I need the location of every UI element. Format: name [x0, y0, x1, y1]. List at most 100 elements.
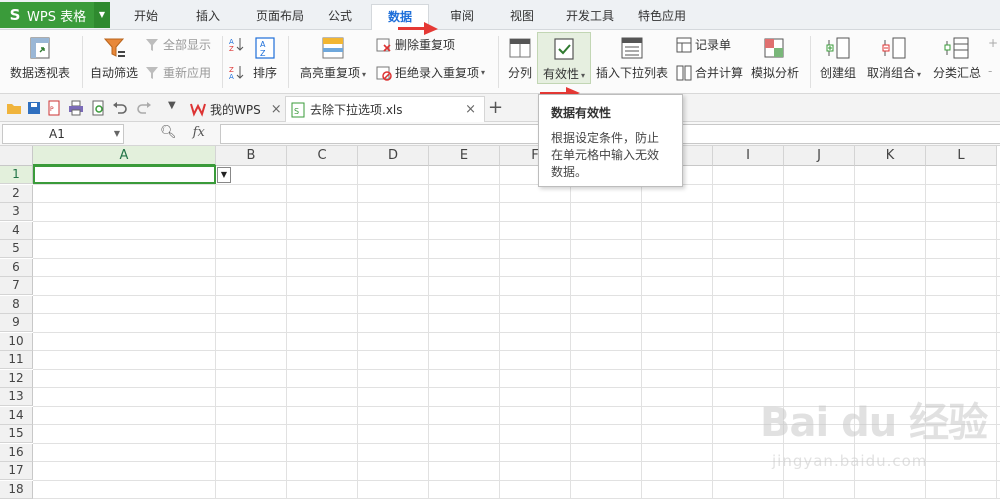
undo-icon[interactable]	[112, 100, 128, 116]
column-header-d[interactable]: D	[358, 146, 429, 166]
consolidate-icon	[676, 65, 692, 80]
spreadsheet-file-icon: S	[291, 102, 305, 117]
filter-icon	[103, 38, 125, 57]
data-validity-icon	[554, 38, 574, 60]
reject-duplicates-button[interactable]: 拒绝录入重复项 ▾	[376, 64, 485, 81]
column-header-j[interactable]: J	[784, 146, 855, 166]
tab-review[interactable]: 审阅	[436, 6, 488, 28]
sort-descending-button[interactable]: ZA	[228, 64, 247, 80]
sort-label: 排序	[252, 66, 277, 80]
svg-text:S: S	[294, 107, 299, 116]
tab-developer[interactable]: 开发工具	[558, 6, 622, 28]
tab-page-layout[interactable]: 页面布局	[244, 6, 316, 28]
tab-features[interactable]: 特色应用	[630, 6, 694, 28]
name-box[interactable]: A1 ▼	[2, 124, 124, 144]
column-header-l[interactable]: L	[926, 146, 997, 166]
row-header-16[interactable]: 16	[0, 443, 33, 462]
tab-document[interactable]: S 去除下拉选项.xls ×	[285, 96, 485, 122]
annotation-arrow-icon	[398, 22, 438, 35]
row-header-2[interactable]: 2	[0, 184, 33, 203]
column-header-i[interactable]: I	[713, 146, 784, 166]
chevron-down-icon[interactable]: ▼	[94, 2, 110, 28]
print-icon[interactable]	[68, 100, 84, 116]
sort-za-icon: ZA	[229, 66, 244, 80]
row-header-13[interactable]: 13	[0, 388, 33, 406]
watermark-url: jingyan.baidu.com	[772, 452, 928, 470]
delete-duplicates-button[interactable]: 删除重复项	[376, 36, 455, 53]
tab-home[interactable]: 开始	[118, 6, 174, 28]
export-pdf-icon[interactable]: P	[46, 100, 62, 116]
redo-icon[interactable]	[136, 100, 152, 116]
row-header-10[interactable]: 10	[0, 332, 33, 351]
row-header-15[interactable]: 15	[0, 425, 33, 443]
close-icon[interactable]: ×	[271, 102, 282, 117]
active-cell-a1[interactable]	[33, 165, 216, 184]
show-all-button[interactable]: 全部显示	[144, 36, 211, 53]
select-all-corner[interactable]	[0, 146, 33, 166]
consolidate-button[interactable]: 合并计算	[676, 64, 743, 81]
row-header-14[interactable]: 14	[0, 406, 33, 425]
tab-view[interactable]: 视图	[496, 6, 548, 28]
row-header-4[interactable]: 4	[0, 221, 33, 240]
print-preview-icon[interactable]	[90, 100, 106, 116]
reapply-button[interactable]: 重新应用	[144, 64, 211, 81]
create-group-button[interactable]: 创建组	[816, 32, 860, 81]
column-header-k[interactable]: K	[855, 146, 926, 166]
record-form-button[interactable]: 记录单	[676, 36, 731, 53]
insert-dropdown-list-label: 插入下拉列表	[595, 66, 668, 80]
create-group-label: 创建组	[819, 66, 856, 80]
column-header-c[interactable]: C	[287, 146, 358, 166]
reject-duplicates-icon	[376, 66, 392, 81]
highlight-duplicates-icon	[322, 37, 344, 59]
save-icon[interactable]	[26, 100, 42, 116]
what-if-analysis-button[interactable]: 模拟分析	[750, 32, 800, 81]
row-header-8[interactable]: 8	[0, 295, 33, 314]
autofilter-button[interactable]: 自动筛选	[88, 32, 140, 81]
svg-text:A: A	[229, 73, 234, 80]
tab-insert[interactable]: 插入	[180, 6, 236, 28]
close-icon[interactable]: ×	[465, 102, 476, 117]
grid-row-line	[33, 220, 1000, 222]
insert-dropdown-list-button[interactable]: 插入下拉列表	[594, 32, 670, 81]
column-header-e[interactable]: E	[429, 146, 500, 166]
row-header-18[interactable]: 18	[0, 480, 33, 499]
customize-toolbar-icon[interactable]: ▼	[168, 100, 176, 111]
row-header-17[interactable]: 17	[0, 462, 33, 480]
row-header-12[interactable]: 12	[0, 369, 33, 388]
row-header-7[interactable]: 7	[0, 277, 33, 295]
svg-text:Z: Z	[229, 45, 234, 52]
collapse-detail-button[interactable]: -	[988, 64, 992, 78]
highlight-duplicates-button[interactable]: 高亮重复项 ▾	[296, 32, 370, 81]
column-header-b[interactable]: B	[216, 146, 287, 166]
cell-dropdown-arrow-icon[interactable]: ▼	[217, 167, 231, 183]
column-header-a[interactable]: A	[33, 146, 216, 166]
zoom-search-icon[interactable]: 🔍︎	[160, 125, 177, 140]
row-header-11[interactable]: 11	[0, 351, 33, 369]
split-column-button[interactable]: 分列	[504, 32, 536, 81]
tab-formula[interactable]: 公式	[312, 6, 368, 28]
chevron-down-icon[interactable]: ▼	[114, 125, 120, 143]
row-header-9[interactable]: 9	[0, 314, 33, 332]
new-tab-plus-icon[interactable]: +	[488, 97, 503, 118]
row-header-3[interactable]: 3	[0, 203, 33, 221]
baidu-jingyan-watermark: Bai du 经验 jingyan.baidu.com	[760, 380, 990, 490]
function-fx-icon[interactable]: fx	[193, 125, 205, 140]
expand-detail-button[interactable]: +	[988, 36, 998, 50]
row-header-5[interactable]: 5	[0, 240, 33, 258]
ungroup-button[interactable]: 取消组合 ▾	[862, 32, 926, 81]
open-folder-icon[interactable]	[6, 100, 22, 116]
row-header-1[interactable]: 1	[0, 166, 33, 184]
row-header-6[interactable]: 6	[0, 258, 33, 277]
pivot-table-button[interactable]: 数据透视表	[8, 32, 72, 81]
app-menu-button[interactable]: S WPS 表格 ▼	[0, 2, 110, 28]
formula-tools: 🔍︎ fx	[160, 125, 205, 140]
watermark-brand: Bai du 经验	[760, 400, 988, 446]
grid-row-line	[33, 350, 1000, 351]
sort-ascending-button[interactable]: AZ	[228, 36, 247, 52]
sort-button[interactable]: AZ 排序	[248, 32, 282, 81]
ribbon-separator	[222, 36, 223, 88]
data-validity-button[interactable]: 有效性 ▾	[537, 32, 591, 84]
split-column-label: 分列	[507, 66, 532, 80]
tab-my-wps[interactable]: 我的WPS ×	[186, 96, 286, 122]
subtotal-button[interactable]: 分类汇总	[930, 32, 984, 81]
